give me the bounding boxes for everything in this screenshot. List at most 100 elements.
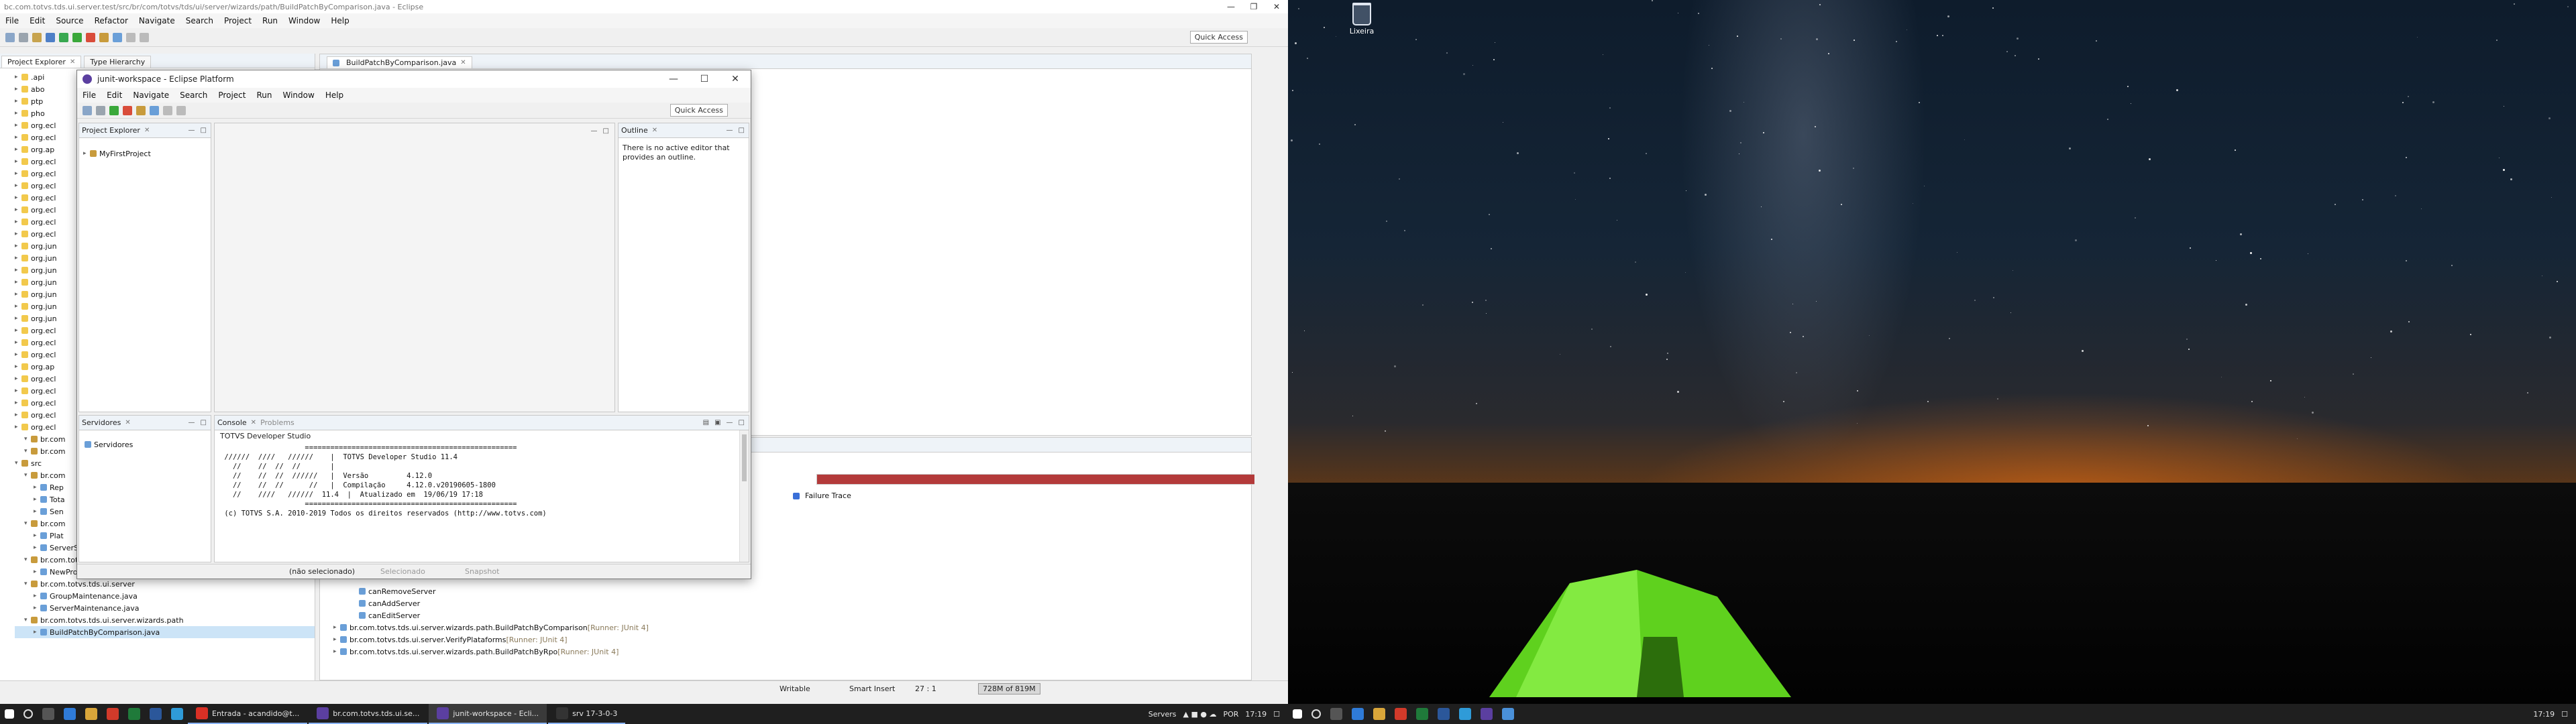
expand-icon[interactable]: ▸ — [15, 146, 21, 153]
recycle-bin[interactable]: Lixeira — [1342, 3, 1382, 36]
taskbar-app[interactable]: br.com.totvs.tds.ui.se... — [309, 704, 428, 724]
terminal-icon[interactable] — [46, 32, 55, 42]
close-icon[interactable]: ✕ — [1265, 2, 1288, 11]
excel-icon[interactable] — [128, 708, 140, 720]
word-icon[interactable] — [1438, 708, 1450, 720]
expand-icon[interactable]: ▸ — [15, 206, 21, 213]
expand-icon[interactable]: ▸ — [15, 339, 21, 346]
close-icon[interactable]: ✕ — [460, 59, 466, 66]
close-icon[interactable]: ✕ — [251, 419, 256, 426]
servers-tray-label[interactable]: Servers — [1148, 710, 1177, 719]
menu-item-navigate[interactable]: Navigate — [127, 90, 174, 100]
menu-item-edit[interactable]: Edit — [101, 90, 127, 100]
tab-outline[interactable]: Outline — [621, 126, 648, 135]
expand-icon[interactable]: ▸ — [15, 98, 21, 105]
expand-icon[interactable]: ▸ — [15, 267, 21, 274]
expand-icon[interactable]: ▸ — [34, 605, 40, 611]
console-output[interactable]: ========================================… — [215, 442, 749, 520]
pin-console-icon[interactable]: ▤ — [703, 419, 709, 426]
vscode-icon[interactable] — [171, 708, 183, 720]
expand-icon[interactable]: ▸ — [15, 315, 21, 322]
close-icon[interactable]: ✕ — [125, 419, 130, 426]
maximize-icon[interactable]: ☐ — [689, 74, 720, 84]
expand-icon[interactable]: ▾ — [24, 472, 31, 479]
run-icon[interactable] — [109, 105, 119, 115]
expand-icon[interactable]: ▸ — [15, 219, 21, 225]
expand-icon[interactable]: ▸ — [15, 291, 21, 298]
external-tools-icon[interactable] — [123, 105, 132, 115]
project-item[interactable]: ▸ MyFirstProject — [83, 147, 207, 160]
maximize-icon[interactable]: ❐ — [1242, 2, 1265, 11]
quick-access-input[interactable]: Quick Access — [1189, 31, 1248, 44]
close-icon[interactable]: ✕ — [70, 58, 75, 66]
tab-project-explorer[interactable]: Project Explorer — [82, 126, 140, 135]
tab-problems[interactable]: Problems — [260, 418, 294, 427]
expand-icon[interactable]: ▸ — [83, 150, 90, 157]
menu-item-search[interactable]: Search — [180, 16, 219, 25]
junit-run-item[interactable]: canEditServer — [333, 609, 649, 621]
expand-icon[interactable]: ▸ — [34, 593, 40, 599]
junit-run-item[interactable]: canRemoveServer — [333, 585, 649, 597]
expand-icon[interactable]: ▸ — [15, 170, 21, 177]
menu-item-refactor[interactable]: Refactor — [89, 16, 133, 25]
maximize-icon[interactable]: □ — [201, 127, 207, 134]
expand-icon[interactable]: ▸ — [333, 648, 340, 655]
new-icon[interactable] — [83, 105, 92, 115]
close-icon[interactable]: ✕ — [720, 74, 751, 84]
task-view-icon[interactable] — [1330, 708, 1342, 720]
expand-icon[interactable]: ▸ — [333, 624, 340, 631]
menu-item-edit[interactable]: Edit — [24, 16, 50, 25]
expand-icon[interactable]: ▸ — [15, 375, 21, 382]
taskbar-app[interactable]: junit-workspace - Ecli... — [429, 704, 547, 724]
expand-icon[interactable]: ▸ — [15, 74, 21, 80]
tab-project-explorer[interactable]: Project Explorer ✕ — [1, 56, 82, 68]
junit-run-item[interactable]: canAddServer — [333, 597, 649, 609]
start-icon[interactable] — [5, 709, 14, 719]
notifications-icon[interactable]: ☐ — [1273, 710, 1280, 719]
expand-icon[interactable]: ▸ — [15, 243, 21, 249]
menu-item-window[interactable]: Window — [277, 90, 319, 100]
minimize-icon[interactable]: — — [189, 419, 195, 426]
language-indicator[interactable]: POR — [1223, 710, 1238, 719]
menu-item-navigate[interactable]: Navigate — [133, 16, 180, 25]
office-icon[interactable] — [1395, 708, 1407, 720]
eclipse-icon[interactable] — [1481, 708, 1493, 720]
excel-icon[interactable] — [1416, 708, 1428, 720]
expand-icon[interactable]: ▸ — [34, 496, 40, 503]
expand-icon[interactable]: ▸ — [34, 568, 40, 575]
quick-access-input[interactable]: Quick Access — [669, 104, 728, 117]
expand-icon[interactable]: ▸ — [34, 508, 40, 515]
minimize-icon[interactable]: — — [1220, 2, 1242, 11]
expand-icon[interactable]: ▸ — [15, 110, 21, 117]
minimize-icon[interactable]: — — [591, 127, 598, 135]
taskbar-app[interactable]: Entrada - acandido@t... — [188, 704, 308, 724]
expand-icon[interactable]: ▸ — [15, 231, 21, 237]
search-icon[interactable] — [1311, 709, 1321, 719]
back-arrow-icon[interactable] — [126, 32, 136, 42]
search-icon[interactable] — [23, 709, 33, 719]
expand-icon[interactable]: ▾ — [24, 436, 31, 442]
heap-status[interactable]: 728M of 819M — [978, 683, 1040, 695]
expand-icon[interactable]: ▸ — [15, 194, 21, 201]
forward-arrow-icon[interactable] — [176, 105, 186, 115]
tab-servers[interactable]: Servidores — [82, 418, 121, 427]
expand-icon[interactable]: ▸ — [15, 122, 21, 129]
expand-icon[interactable]: ▸ — [15, 303, 21, 310]
close-icon[interactable]: ✕ — [652, 127, 657, 134]
expand-icon[interactable]: ▸ — [15, 182, 21, 189]
edge-icon[interactable] — [1352, 708, 1364, 720]
console-scrollbar[interactable] — [739, 430, 749, 562]
menu-item-file[interactable]: File — [77, 90, 101, 100]
expand-icon[interactable]: ▸ — [34, 544, 40, 551]
task-view-icon[interactable] — [42, 708, 54, 720]
external-tools-icon[interactable] — [86, 32, 95, 42]
minimize-icon[interactable]: — — [658, 74, 689, 84]
tray-icons[interactable]: ▲ ■ ● ☁ — [1183, 710, 1217, 719]
open-type-icon[interactable] — [136, 105, 146, 115]
start-icon[interactable] — [1293, 709, 1302, 719]
notifications-icon[interactable]: ☐ — [2561, 710, 2568, 719]
tree-item[interactable]: ▸ ServerMaintenance.java — [15, 602, 315, 614]
expand-icon[interactable]: ▾ — [24, 556, 31, 563]
back-window-titlebar[interactable]: bc.com.totvs.tds.ui.server.test/src/br/c… — [0, 0, 1288, 13]
front-window-titlebar[interactable]: junit-workspace - Eclipse Platform — ☐ ✕ — [77, 70, 751, 88]
